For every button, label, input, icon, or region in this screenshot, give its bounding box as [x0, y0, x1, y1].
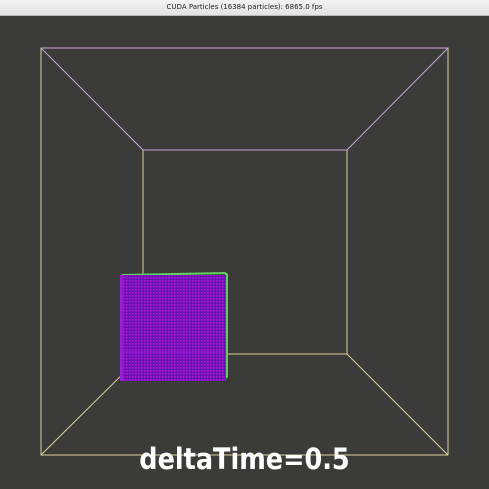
- box-edge-top-right: [346, 47, 449, 151]
- particle-cube-front: [120, 275, 226, 381]
- window-title: CUDA Particles (16384 particles): 6865.0…: [166, 3, 323, 11]
- box-edge-top-left: [40, 47, 144, 151]
- delta-time-label: deltaTime=0.5: [139, 442, 350, 476]
- scene-canvas: [40, 47, 449, 456]
- render-viewport[interactable]: deltaTime=0.5: [0, 16, 489, 489]
- box-edge-bottom-right: [346, 353, 449, 456]
- app-window: CUDA Particles (16384 particles): 6865.0…: [0, 0, 489, 489]
- particle-cube: [120, 272, 228, 381]
- title-bar[interactable]: CUDA Particles (16384 particles): 6865.0…: [0, 0, 489, 16]
